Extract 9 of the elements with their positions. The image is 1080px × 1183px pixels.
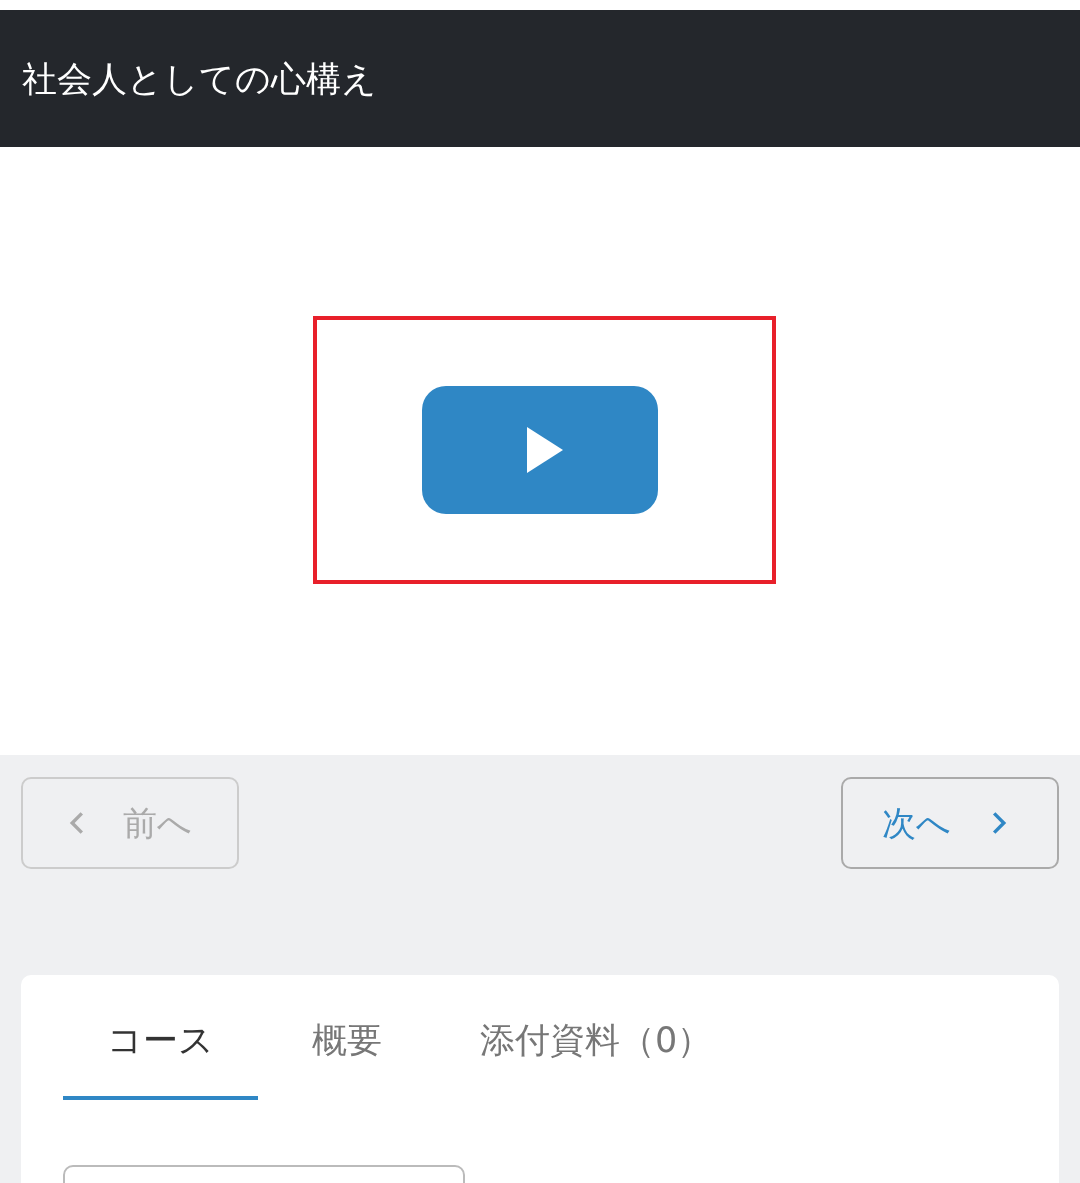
tab[interactable]: 概要	[268, 989, 426, 1100]
chevron-left-icon	[69, 811, 85, 835]
tab[interactable]: 添付資料（0）	[436, 989, 757, 1100]
play-button[interactable]	[422, 385, 658, 514]
next-button[interactable]: 次へ	[841, 777, 1059, 869]
play-icon	[527, 426, 563, 473]
tab[interactable]: コース	[63, 989, 258, 1100]
chevron-right-icon	[991, 811, 1007, 835]
page-title: 社会人としての心構え	[22, 57, 377, 101]
